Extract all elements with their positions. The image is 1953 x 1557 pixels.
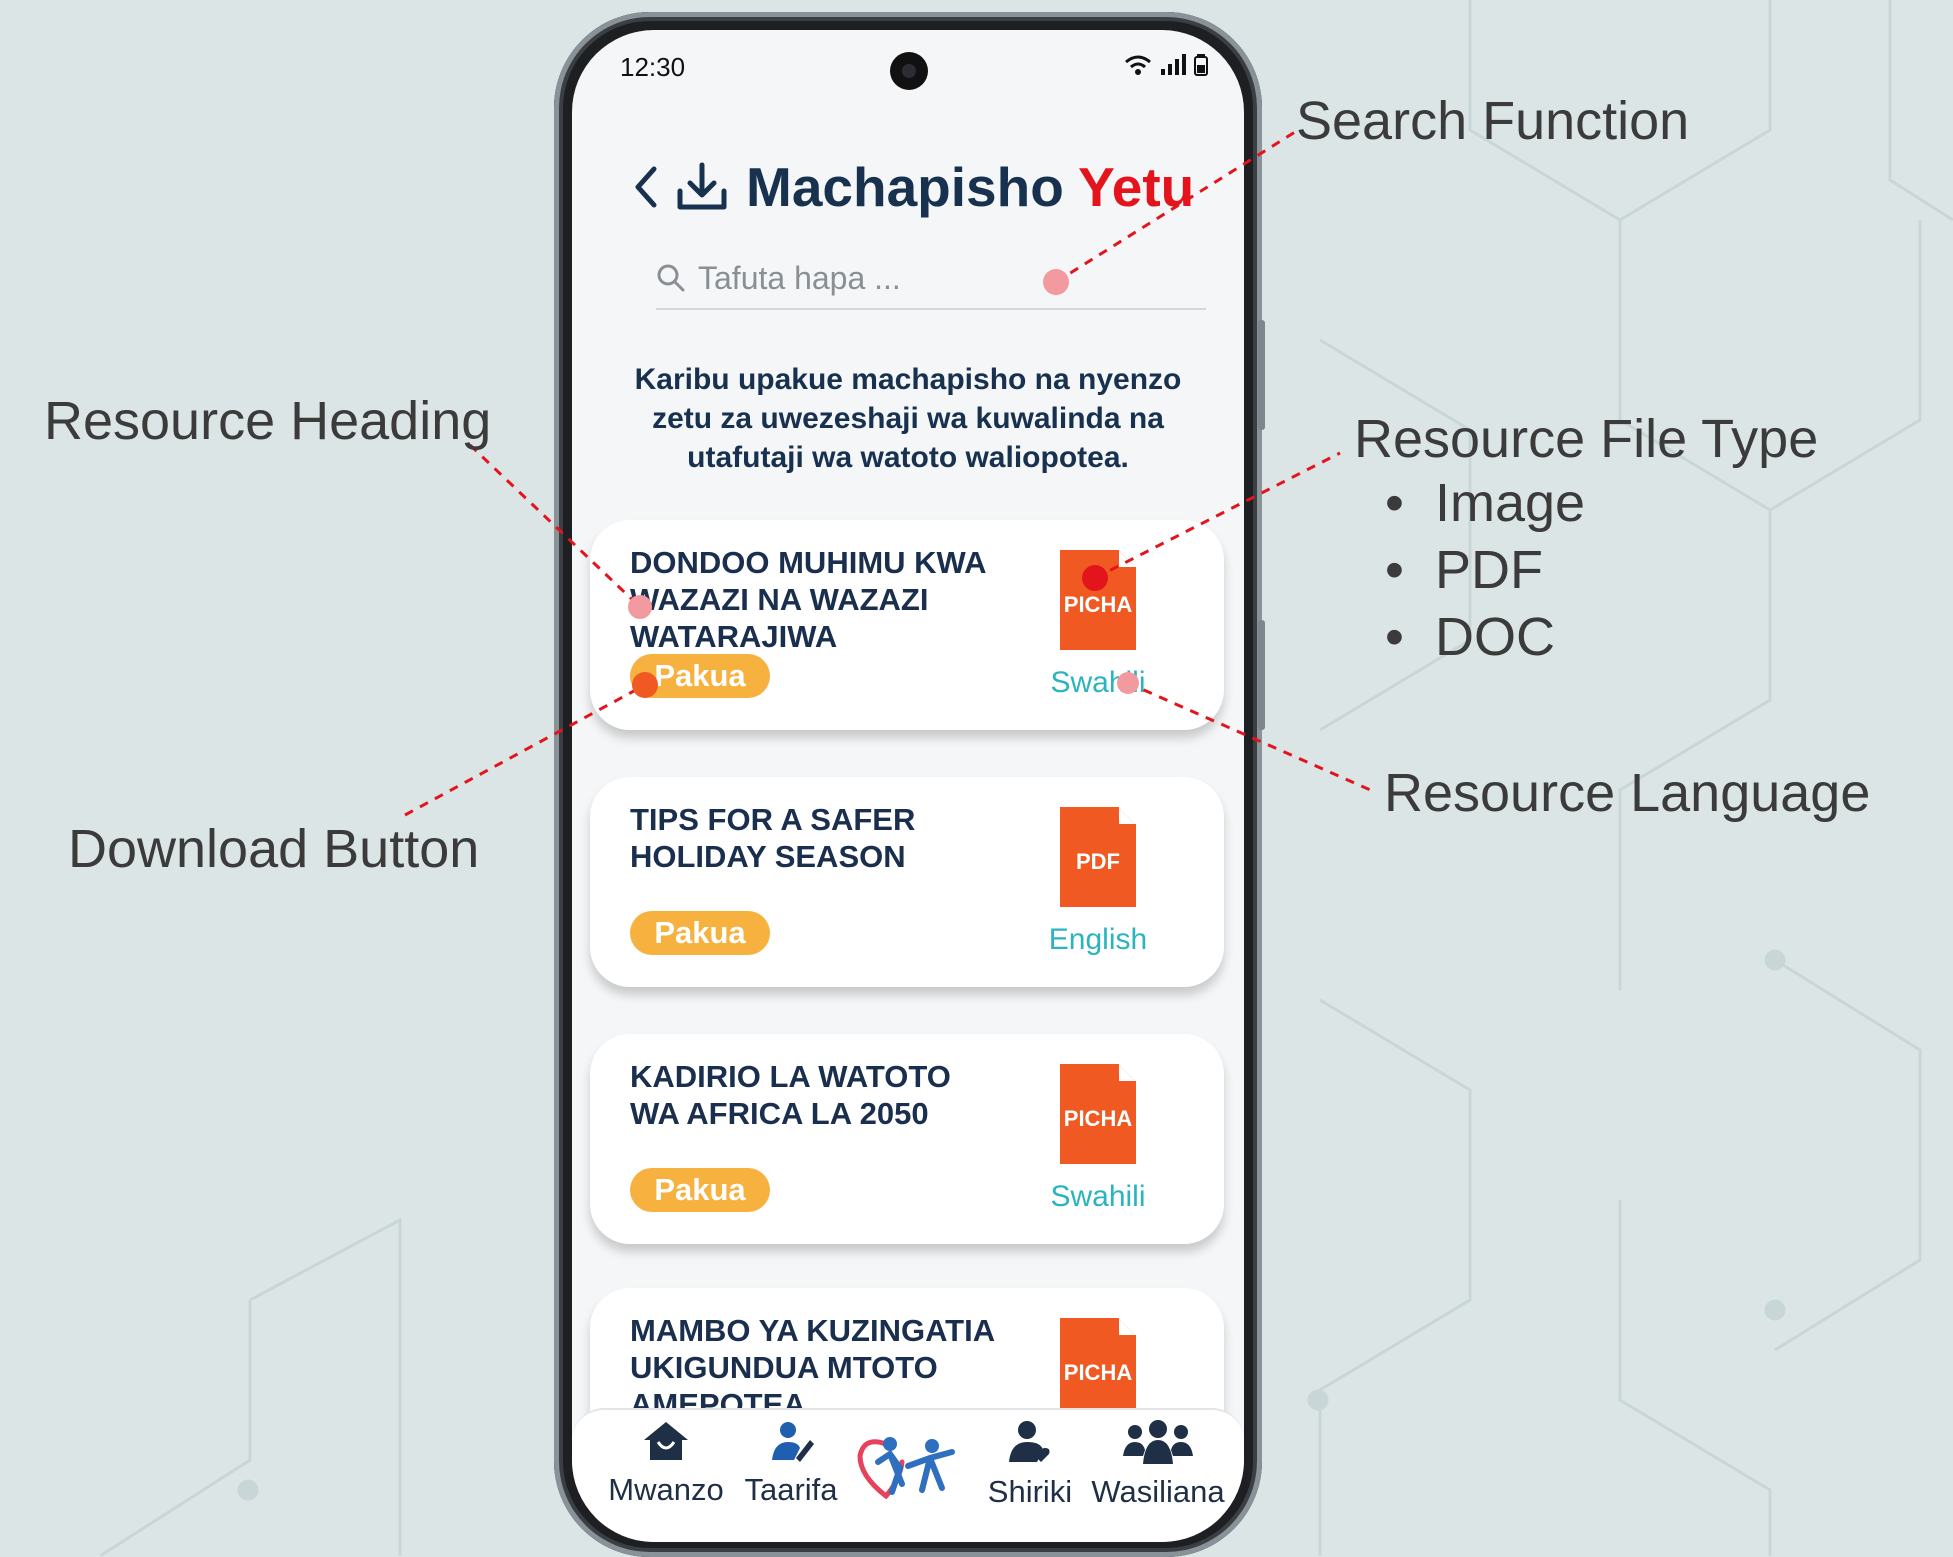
welcome-text: Karibu upakue machapisho na nyenzo zetu … xyxy=(634,363,1182,474)
file-type-item: Image xyxy=(1385,470,1585,537)
file-type-item: DOC xyxy=(1385,604,1585,671)
resource-language: Swahili xyxy=(1050,666,1146,699)
nav-label: Taarifa xyxy=(744,1472,838,1507)
file-type-item: PDF xyxy=(1385,537,1585,604)
back-icon[interactable] xyxy=(632,165,658,209)
battery-icon xyxy=(1194,54,1208,76)
signal-icon xyxy=(1161,54,1186,75)
status-bar: 12:30 xyxy=(572,30,1244,100)
resource-language: English xyxy=(1048,923,1148,956)
annotation-resource-file-type: Resource File Type xyxy=(1354,409,1819,469)
file-type-label: PICHA xyxy=(1064,1360,1133,1385)
nav-label: Mwanzo xyxy=(608,1472,724,1507)
status-time: 12:30 xyxy=(620,52,686,82)
nav-item-home-logo[interactable] xyxy=(856,1432,972,1510)
bottom-nav: Mwanzo Taarifa Shiriki Wasiliana xyxy=(572,1408,1244,1542)
title-main: Machapisho xyxy=(746,156,1079,218)
file-type-label: PICHA xyxy=(1064,1106,1133,1131)
download-button[interactable]: Pakua xyxy=(630,1168,770,1212)
nav-label: Wasiliana xyxy=(1091,1474,1225,1509)
file-type-icon: PICHA xyxy=(1060,1064,1136,1164)
search-bar xyxy=(656,248,1206,310)
file-type-label: PICHA xyxy=(1064,592,1133,617)
page-header: Machapisho Yetu xyxy=(632,142,1194,232)
app-screen: 12:30 Machapisho Yetu Tafuta hapa ... Ka… xyxy=(572,30,1244,1542)
resource-card[interactable]: TIPS FOR A SAFER HOLIDAY SEASON Pakua PD… xyxy=(590,777,1224,987)
resource-heading: TIPS FOR A SAFER HOLIDAY SEASON xyxy=(630,802,916,874)
file-type-label: PDF xyxy=(1076,849,1120,874)
report-icon xyxy=(772,1422,814,1462)
resource-card[interactable]: KADIRIO LA WATOTO WA AFRICA LA 2050 Paku… xyxy=(590,1034,1224,1244)
nav-item-mwanzo[interactable]: Mwanzo xyxy=(602,1420,730,1508)
resource-card[interactable]: DONDOO MUHIMU KWA WAZAZI NA WAZAZI WATAR… xyxy=(590,520,1224,730)
annotation-download-button: Download Button xyxy=(68,819,480,879)
home-icon xyxy=(644,1422,688,1460)
nav-label: Shiriki xyxy=(987,1474,1073,1509)
file-type-icon: PDF xyxy=(1060,807,1136,907)
download-button[interactable]: Pakua xyxy=(630,654,770,698)
search-icon xyxy=(657,264,685,292)
nav-item-shiriki[interactable]: Shiriki xyxy=(980,1420,1080,1510)
volume-button xyxy=(1258,320,1265,430)
download-icon xyxy=(677,162,727,210)
file-type-icon: PICHA xyxy=(1060,1318,1136,1418)
search-input[interactable] xyxy=(696,258,1180,298)
annotation-resource-heading: Resource Heading xyxy=(44,391,492,451)
nav-item-wasiliana[interactable]: Wasiliana xyxy=(1084,1420,1232,1510)
resource-heading: KADIRIO LA WATOTO WA AFRICA LA 2050 xyxy=(630,1059,951,1131)
download-button[interactable]: Pakua xyxy=(630,911,770,955)
annotation-file-type-list: Image PDF DOC xyxy=(1385,470,1585,671)
wifi-icon xyxy=(1125,55,1151,75)
children-logo-icon xyxy=(857,1437,955,1500)
annotation-search-function: Search Function xyxy=(1296,91,1690,151)
resource-language: Swahili xyxy=(1050,1180,1146,1213)
group-icon xyxy=(1123,1420,1193,1464)
nav-item-taarifa[interactable]: Taarifa xyxy=(736,1420,846,1508)
power-button xyxy=(1258,620,1265,730)
page-title: Machapisho Yetu xyxy=(746,155,1194,219)
share-user-icon xyxy=(1009,1421,1050,1462)
status-icons xyxy=(1124,54,1208,76)
title-accent: Yetu xyxy=(1078,156,1195,218)
file-type-icon: PICHA xyxy=(1060,550,1136,650)
resource-heading: DONDOO MUHIMU KWA WAZAZI NA WAZAZI WATAR… xyxy=(630,545,986,654)
annotation-resource-language: Resource Language xyxy=(1384,763,1871,823)
front-camera xyxy=(890,52,928,90)
resource-heading: MAMBO YA KUZINGATIA UKIGUNDUA MTOTO AMEP… xyxy=(630,1313,994,1422)
